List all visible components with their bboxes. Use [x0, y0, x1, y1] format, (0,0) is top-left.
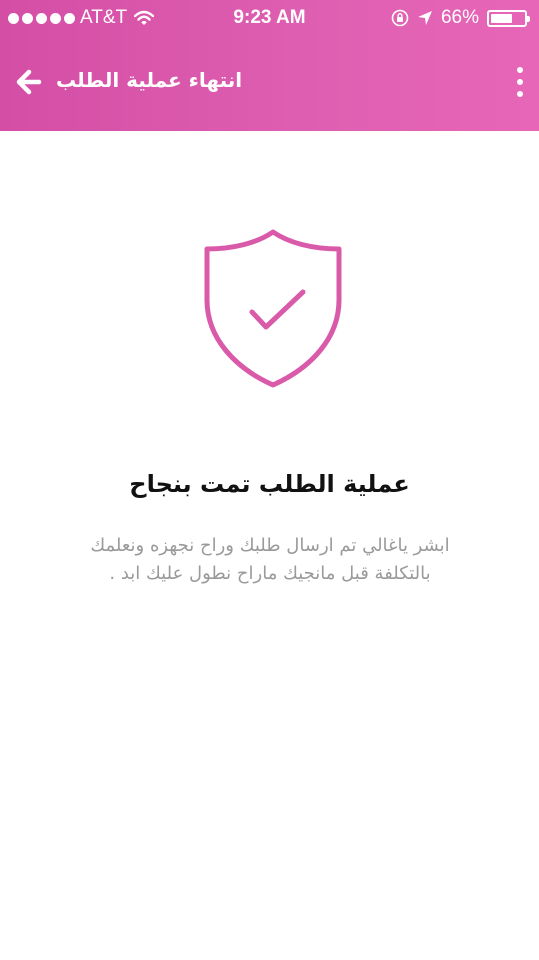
back-button[interactable] — [12, 65, 46, 99]
success-message: ابشر ياغالي تم ارسال طلبك وراح نجهزه ونع… — [90, 535, 450, 584]
app-bar: انتهاء عملية الطلب — [0, 37, 539, 131]
status-bar: AT&T 9:23 AM 66% — [0, 0, 539, 37]
shield-check-icon — [204, 229, 342, 388]
arrow-left-icon — [16, 69, 42, 95]
battery-level — [491, 13, 513, 23]
status-bar-right: 66% — [391, 7, 530, 29]
success-title: عملية الطلب تمت بنجاح — [129, 470, 410, 498]
location-arrow-icon — [417, 11, 432, 25]
more-options-button[interactable] — [515, 67, 525, 97]
battery-percentage: 66% — [440, 7, 479, 28]
more-vertical-icon — [517, 67, 523, 73]
page-title: انتهاء عملية الطلب — [56, 68, 243, 92]
battery-icon — [487, 9, 530, 27]
orientation-lock-icon — [391, 9, 409, 27]
